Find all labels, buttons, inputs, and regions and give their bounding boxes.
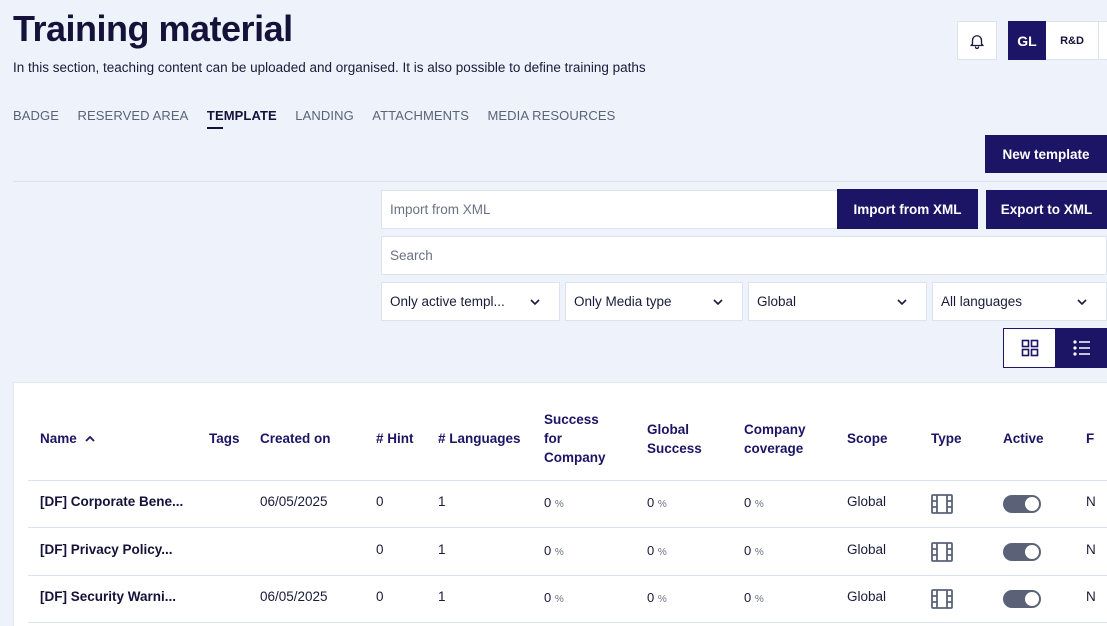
- column-header-name-label: Name: [40, 431, 77, 446]
- chevron-down-icon: [897, 299, 907, 306]
- list-view-button[interactable]: [1056, 328, 1107, 368]
- list-view-icon: [1072, 340, 1090, 356]
- column-header-extra[interactable]: F: [1086, 429, 1094, 448]
- row-hint: 0: [376, 494, 384, 509]
- divider: [13, 181, 1107, 182]
- tab-badge[interactable]: BADGE: [13, 108, 59, 129]
- view-toggle: [1003, 328, 1107, 368]
- row-hint: 0: [376, 542, 384, 557]
- workspace-gl[interactable]: GL: [1008, 21, 1046, 60]
- top-bar: GL R&D: [957, 21, 1107, 60]
- row-languages: 1: [438, 494, 446, 509]
- page-title: Training material: [13, 8, 293, 49]
- row-name[interactable]: [DF] Corporate Bene...: [40, 494, 183, 509]
- scope-filter-value: Global: [757, 294, 797, 309]
- column-header-type[interactable]: Type: [931, 429, 962, 448]
- row-hint: 0: [376, 589, 384, 604]
- scope-filter[interactable]: Global: [748, 282, 927, 321]
- import-xml-button[interactable]: Import from XML: [837, 189, 978, 229]
- video-icon: [931, 542, 953, 562]
- bell-icon: [970, 34, 984, 49]
- status-filter-value: Only active templ...: [390, 294, 505, 309]
- column-header-tags[interactable]: Tags: [209, 429, 240, 448]
- workspace-rd[interactable]: R&D: [1046, 21, 1098, 60]
- column-header-scope[interactable]: Scope: [847, 429, 888, 448]
- column-header-active[interactable]: Active: [1003, 429, 1044, 448]
- row-extra: N: [1086, 494, 1096, 509]
- active-toggle[interactable]: [1003, 543, 1041, 561]
- row-divider: [28, 622, 1107, 623]
- export-xml-button[interactable]: Export to XML: [986, 190, 1107, 229]
- tab-media-resources[interactable]: MEDIA RESOURCES: [487, 108, 615, 129]
- tab-attachments[interactable]: ATTACHMENTS: [372, 108, 469, 129]
- workspace-more[interactable]: [1098, 21, 1107, 60]
- row-name[interactable]: [DF] Security Warni...: [40, 589, 176, 604]
- row-success-company: 0 %: [544, 543, 564, 558]
- row-languages: 1: [438, 589, 446, 604]
- row-company-coverage: 0 %: [744, 590, 764, 605]
- new-template-button[interactable]: New template: [985, 135, 1107, 173]
- row-divider: [28, 480, 1107, 481]
- column-header-global-success[interactable]: Global Success: [647, 420, 717, 458]
- status-filter[interactable]: Only active templ...: [381, 282, 560, 321]
- tab-reserved-area[interactable]: RESERVED AREA: [78, 108, 189, 129]
- media-type-filter-value: Only Media type: [574, 294, 672, 309]
- row-company-coverage: 0 %: [744, 543, 764, 558]
- chevron-down-icon: [530, 299, 540, 306]
- video-icon: [931, 494, 953, 514]
- active-toggle[interactable]: [1003, 590, 1041, 608]
- row-extra: N: [1086, 589, 1096, 604]
- language-filter-value: All languages: [941, 294, 1023, 309]
- page-subtitle: In this section, teaching content can be…: [13, 60, 646, 75]
- media-type-filter[interactable]: Only Media type: [565, 282, 743, 321]
- active-toggle[interactable]: [1003, 495, 1041, 513]
- row-global-success: 0 %: [647, 543, 667, 558]
- row-scope: Global: [847, 542, 887, 557]
- column-header-name[interactable]: Name: [40, 429, 96, 448]
- column-header-success-company[interactable]: Success for Company: [544, 410, 619, 467]
- row-languages: 1: [438, 542, 446, 557]
- row-success-company: 0 %: [544, 495, 564, 510]
- column-header-company-coverage[interactable]: Company coverage: [744, 420, 819, 458]
- video-icon: [931, 589, 953, 609]
- row-company-coverage: 0 %: [744, 495, 764, 510]
- sort-ascending-icon: [85, 435, 95, 442]
- chevron-down-icon: [713, 299, 723, 306]
- notifications-button[interactable]: [957, 21, 997, 60]
- row-success-company: 0 %: [544, 590, 564, 605]
- row-global-success: 0 %: [647, 590, 667, 605]
- chevron-down-icon: [1077, 299, 1087, 306]
- row-extra: N: [1086, 542, 1096, 557]
- row-scope: Global: [847, 589, 887, 604]
- import-xml-input[interactable]: Import from XML: [381, 190, 839, 229]
- row-global-success: 0 %: [647, 495, 667, 510]
- row-created: 06/05/2025: [260, 589, 328, 604]
- row-divider: [28, 575, 1107, 576]
- search-input[interactable]: Search: [381, 236, 1107, 275]
- grid-view-icon: [1021, 339, 1038, 357]
- row-divider: [28, 527, 1107, 528]
- language-filter[interactable]: All languages: [932, 282, 1107, 321]
- column-header-hint[interactable]: # Hint: [376, 429, 414, 448]
- row-name[interactable]: [DF] Privacy Policy...: [40, 542, 173, 557]
- templates-table: Name Tags Created on # Hint # Languages …: [13, 382, 1107, 626]
- tab-landing[interactable]: LANDING: [295, 108, 354, 129]
- row-created: 06/05/2025: [260, 494, 328, 509]
- row-scope: Global: [847, 494, 887, 509]
- section-tabs: BADGE RESERVED AREA TEMPLATE LANDING ATT…: [13, 108, 634, 129]
- grid-view-button[interactable]: [1003, 328, 1056, 368]
- column-header-created[interactable]: Created on: [260, 429, 331, 448]
- tab-template[interactable]: TEMPLATE: [206, 108, 277, 129]
- column-header-languages[interactable]: # Languages: [438, 429, 521, 448]
